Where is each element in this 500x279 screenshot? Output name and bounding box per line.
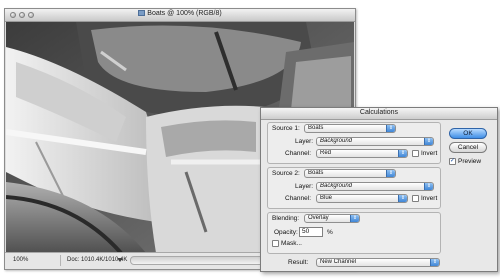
popup-arrows-icon: ⇕ (386, 125, 395, 132)
blending-mode-value: Overlay (308, 215, 329, 221)
opacity-label: Opacity: (274, 229, 298, 236)
opacity-input[interactable]: 50 (299, 227, 323, 237)
document-title: Boats @ 100% (RGB/8) (5, 10, 355, 17)
document-proxy-icon (138, 10, 146, 16)
preview-label: Preview (458, 158, 482, 165)
source1-channel-value: Red (320, 150, 332, 156)
source1-layer-select[interactable]: Background ⇕ (316, 137, 434, 146)
source1-layer-label: Layer: (295, 138, 314, 145)
result-label: Result: (288, 259, 309, 266)
source1-channel-label: Channel: (285, 150, 312, 157)
source1-invert-checkbox[interactable] (412, 150, 419, 157)
source2-invert-checkbox[interactable] (412, 195, 419, 202)
mask-label: Mask... (281, 240, 302, 247)
document-title-text: Boats @ 100% (RGB/8) (147, 10, 222, 17)
source2-channel-value: Blue (320, 195, 333, 201)
blending-mode-select[interactable]: Overlay ⇕ (304, 214, 360, 223)
cancel-button[interactable]: Cancel (449, 142, 487, 153)
preview-checkbox[interactable]: ✓ (449, 158, 456, 165)
source1-layer-value: Background (320, 138, 353, 144)
result-select[interactable]: New Channel ⇕ (316, 258, 440, 267)
result-value: New Channel (320, 259, 357, 265)
popup-arrows-icon: ⇕ (424, 138, 433, 145)
document-title-bar[interactable]: Boats @ 100% (RGB/8) (5, 9, 355, 22)
source2-layer-value: Background (320, 183, 353, 189)
status-menu-arrow-icon[interactable] (117, 258, 123, 262)
blending-label: Blending: (272, 215, 300, 222)
checkmark-icon: ✓ (450, 158, 456, 164)
source2-invert-label: Invert (421, 195, 438, 202)
status-divider (60, 255, 61, 266)
dialog-title: Calculations (359, 109, 399, 116)
opacity-unit: % (327, 229, 333, 236)
calculations-dialog: Calculations Source 1: Boats ⇕ Layer: Bac… (260, 107, 498, 272)
mask-checkbox[interactable] (272, 240, 279, 247)
source1-invert-label: Invert (421, 150, 438, 157)
source2-label: Source 2: (272, 170, 300, 177)
popup-arrows-icon: ⇕ (430, 259, 439, 266)
popup-arrows-icon: ⇕ (398, 150, 407, 157)
dialog-title-bar[interactable]: Calculations (261, 108, 497, 120)
source2-channel-label: Channel: (285, 195, 312, 202)
popup-arrows-icon: ⇕ (424, 183, 433, 190)
popup-arrows-icon: ⇕ (398, 195, 407, 202)
source2-value: Boats (308, 170, 324, 176)
ok-button[interactable]: OK (449, 128, 487, 139)
popup-arrows-icon: ⇕ (386, 170, 395, 177)
source1-select[interactable]: Boats ⇕ (304, 124, 396, 133)
source2-layer-select[interactable]: Background ⇕ (316, 182, 434, 191)
zoom-level[interactable]: 100% (13, 257, 28, 263)
source1-label: Source 1: (272, 125, 300, 132)
source2-layer-label: Layer: (295, 183, 314, 190)
source2-select[interactable]: Boats ⇕ (304, 169, 396, 178)
source1-value: Boats (308, 125, 324, 131)
popup-arrows-icon: ⇕ (350, 215, 359, 222)
source1-channel-select[interactable]: Red ⇕ (316, 149, 408, 158)
source2-channel-select[interactable]: Blue ⇕ (316, 194, 408, 203)
